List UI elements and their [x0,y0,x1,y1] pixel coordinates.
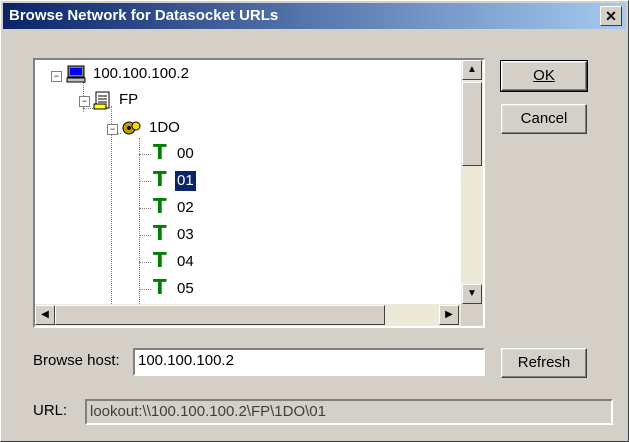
scroll-down-button[interactable]: ▼ [462,284,482,304]
scroll-up-button[interactable]: ▲ [462,60,482,80]
url-label: URL: [33,402,68,419]
collapse-toggle[interactable]: − [51,71,62,82]
tag-icon: T [153,167,167,191]
browse-dialog: Browse Network for Datasocket URLs ✕ − 1… [0,0,629,442]
tree-label-fp: FP [119,91,139,108]
network-tree[interactable]: − 100.100.100.2 − FP − 1DO T 00 T 01 T 0… [33,58,485,328]
tree-connector [139,181,151,182]
arrow-down-icon: ▼ [467,288,477,299]
arrow-up-icon: ▲ [467,64,477,75]
refresh-button[interactable]: Refresh [501,348,587,378]
scroll-right-button[interactable]: ▶ [439,305,459,325]
scroll-thumb[interactable] [462,82,482,166]
tree-label-1do: 1DO [149,119,180,136]
folder-icon [93,91,110,110]
tree-connector [139,235,151,236]
url-field[interactable]: lookout:\\100.100.100.2\FP\1DO\01 [85,399,613,425]
ok-button[interactable]: OK [500,60,588,92]
tag-icon: T [153,140,167,164]
arrow-left-icon: ◀ [41,309,49,320]
scroll-left-button[interactable]: ◀ [35,305,55,325]
tree-connector [139,154,151,155]
scroll-thumb[interactable] [55,305,385,325]
device-icon [122,121,141,135]
tree-label-root: 100.100.100.2 [93,65,189,82]
tag-icon: T [153,194,167,218]
close-button[interactable]: ✕ [600,6,622,26]
browse-host-input[interactable]: 100.100.100.2 [133,348,485,376]
tree-connector [139,262,151,263]
tag-icon: T [153,248,167,272]
collapse-toggle[interactable]: − [79,96,90,107]
title-bar: Browse Network for Datasocket URLs ✕ [3,3,626,29]
arrow-right-icon: ▶ [445,309,453,320]
tree-connector [83,108,93,109]
cancel-button[interactable]: Cancel [501,104,587,134]
tree-connector [139,208,151,209]
close-icon: ✕ [605,8,617,24]
tree-vertical-scrollbar[interactable]: ▲ ▼ [461,60,483,306]
tag-icon: T [153,275,167,299]
computer-icon [66,65,86,83]
tree-connector [111,106,112,326]
tree-connector [139,289,151,290]
tree-horizontal-scrollbar[interactable]: ◀ ▶ [35,304,461,326]
tree-connector [139,138,140,326]
collapse-toggle[interactable]: − [107,124,118,135]
tag-icon: T [153,221,167,245]
browse-host-label: Browse host: [33,352,120,369]
window-title: Browse Network for Datasocket URLs [9,7,279,24]
scrollbar-corner [461,304,483,326]
